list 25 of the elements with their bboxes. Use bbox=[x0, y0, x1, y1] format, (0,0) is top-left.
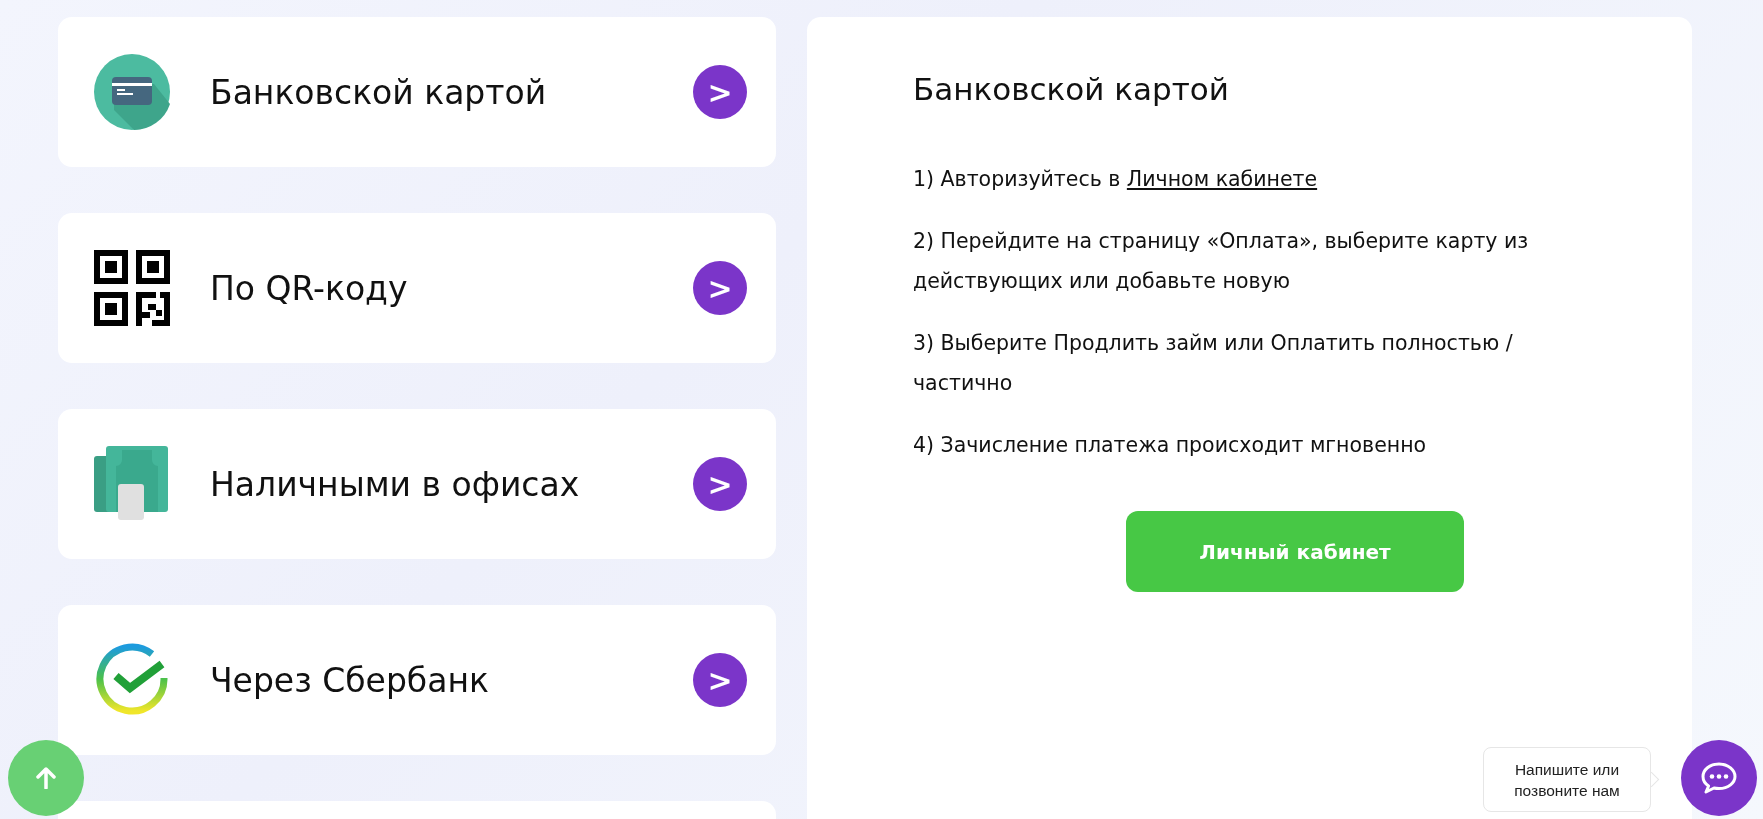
checkmark-ring-icon bbox=[94, 642, 170, 718]
chat-tooltip: Напишите или позвоните нам bbox=[1483, 747, 1651, 812]
arrow-button[interactable]: > bbox=[693, 65, 747, 119]
method-label: Банковской картой bbox=[210, 72, 548, 112]
method-label: Через Сбербанк bbox=[210, 660, 490, 700]
arrow-button[interactable]: > bbox=[693, 457, 747, 511]
credit-card-icon bbox=[94, 54, 170, 130]
panel-title: Банковской картой bbox=[913, 71, 1230, 107]
chat-bubble-icon bbox=[1700, 761, 1738, 795]
payment-method-card[interactable]: Через Сбербанк > bbox=[58, 605, 776, 755]
method-label: По QR-коду bbox=[210, 268, 409, 308]
step-text: 4) Зачисление платежа происходит мгновенно bbox=[913, 432, 1428, 459]
arrow-button[interactable]: > bbox=[693, 653, 747, 707]
method-label: Наличными в офисах bbox=[210, 464, 581, 504]
arrow-button[interactable]: > bbox=[693, 261, 747, 315]
step-text: 3) Выберите Продлить займ или Оплатить полностью / частично bbox=[913, 330, 1514, 397]
payment-method-card[interactable]: Банковской картой > bbox=[58, 17, 776, 167]
payment-method-card[interactable]: По QR-коду > bbox=[58, 213, 776, 363]
step-text: 1) Авторизуйтесь в Личном кабинете bbox=[913, 166, 1319, 193]
account-link[interactable]: Личном кабинете bbox=[1126, 167, 1318, 191]
step-text: 2) Перейдите на страницу «Оплата», выберите карту из действующих или добавьте новую bbox=[913, 228, 1530, 295]
up-arrow-icon bbox=[36, 767, 56, 789]
cash-stack-icon bbox=[94, 446, 170, 522]
qr-code-icon bbox=[94, 250, 170, 326]
payment-method-card[interactable]: Наличными в офисах > bbox=[58, 409, 776, 559]
